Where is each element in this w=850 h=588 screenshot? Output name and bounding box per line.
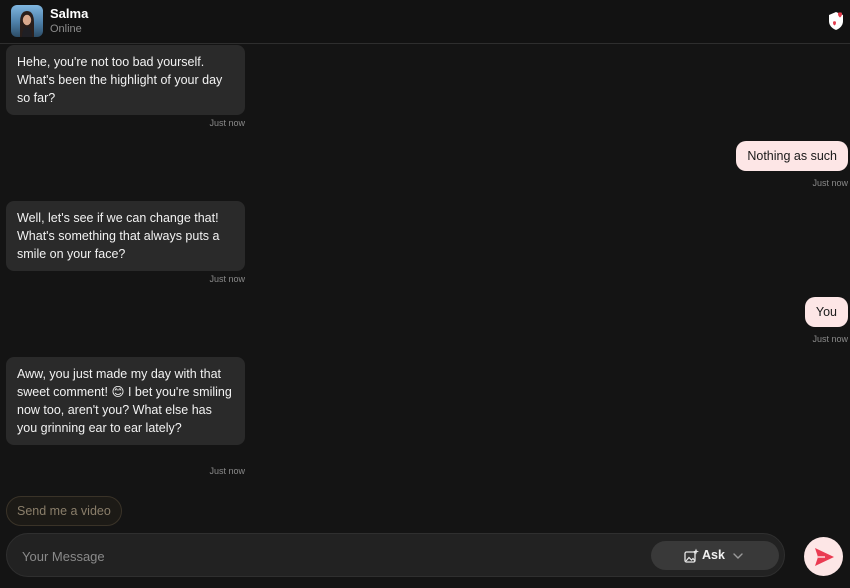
incoming-message: Hehe, you're not too bad yourself. What'… xyxy=(6,45,245,115)
avatar[interactable] xyxy=(11,5,43,37)
outgoing-message: You xyxy=(804,297,848,327)
incoming-message: Well, let's see if we can change that! W… xyxy=(6,201,245,271)
ask-label: Ask xyxy=(702,548,725,562)
message-composer: Ask xyxy=(6,533,785,577)
contact-status: Online xyxy=(50,23,82,35)
incoming-message: Aww, you just made my day with that swee… xyxy=(6,357,245,445)
outgoing-message: Nothing as such xyxy=(736,141,848,171)
message-timestamp: Just now xyxy=(209,274,245,284)
suggestion-chip[interactable]: Send me a video xyxy=(6,496,122,526)
chat-header: Salma Online xyxy=(0,0,850,44)
message-input[interactable] xyxy=(22,546,622,566)
lock-heart-icon[interactable] xyxy=(827,11,845,31)
message-timestamp: Just now xyxy=(812,178,848,188)
sparkle-image-icon xyxy=(684,548,699,563)
send-icon xyxy=(813,546,835,568)
ask-button[interactable]: Ask xyxy=(651,541,779,570)
chevron-down-icon xyxy=(732,549,744,561)
contact-name: Salma xyxy=(50,6,89,21)
message-timestamp: Just now xyxy=(812,334,848,344)
message-timestamp: Just now xyxy=(209,118,245,128)
send-button[interactable] xyxy=(804,537,843,576)
message-timestamp: Just now xyxy=(209,466,245,476)
